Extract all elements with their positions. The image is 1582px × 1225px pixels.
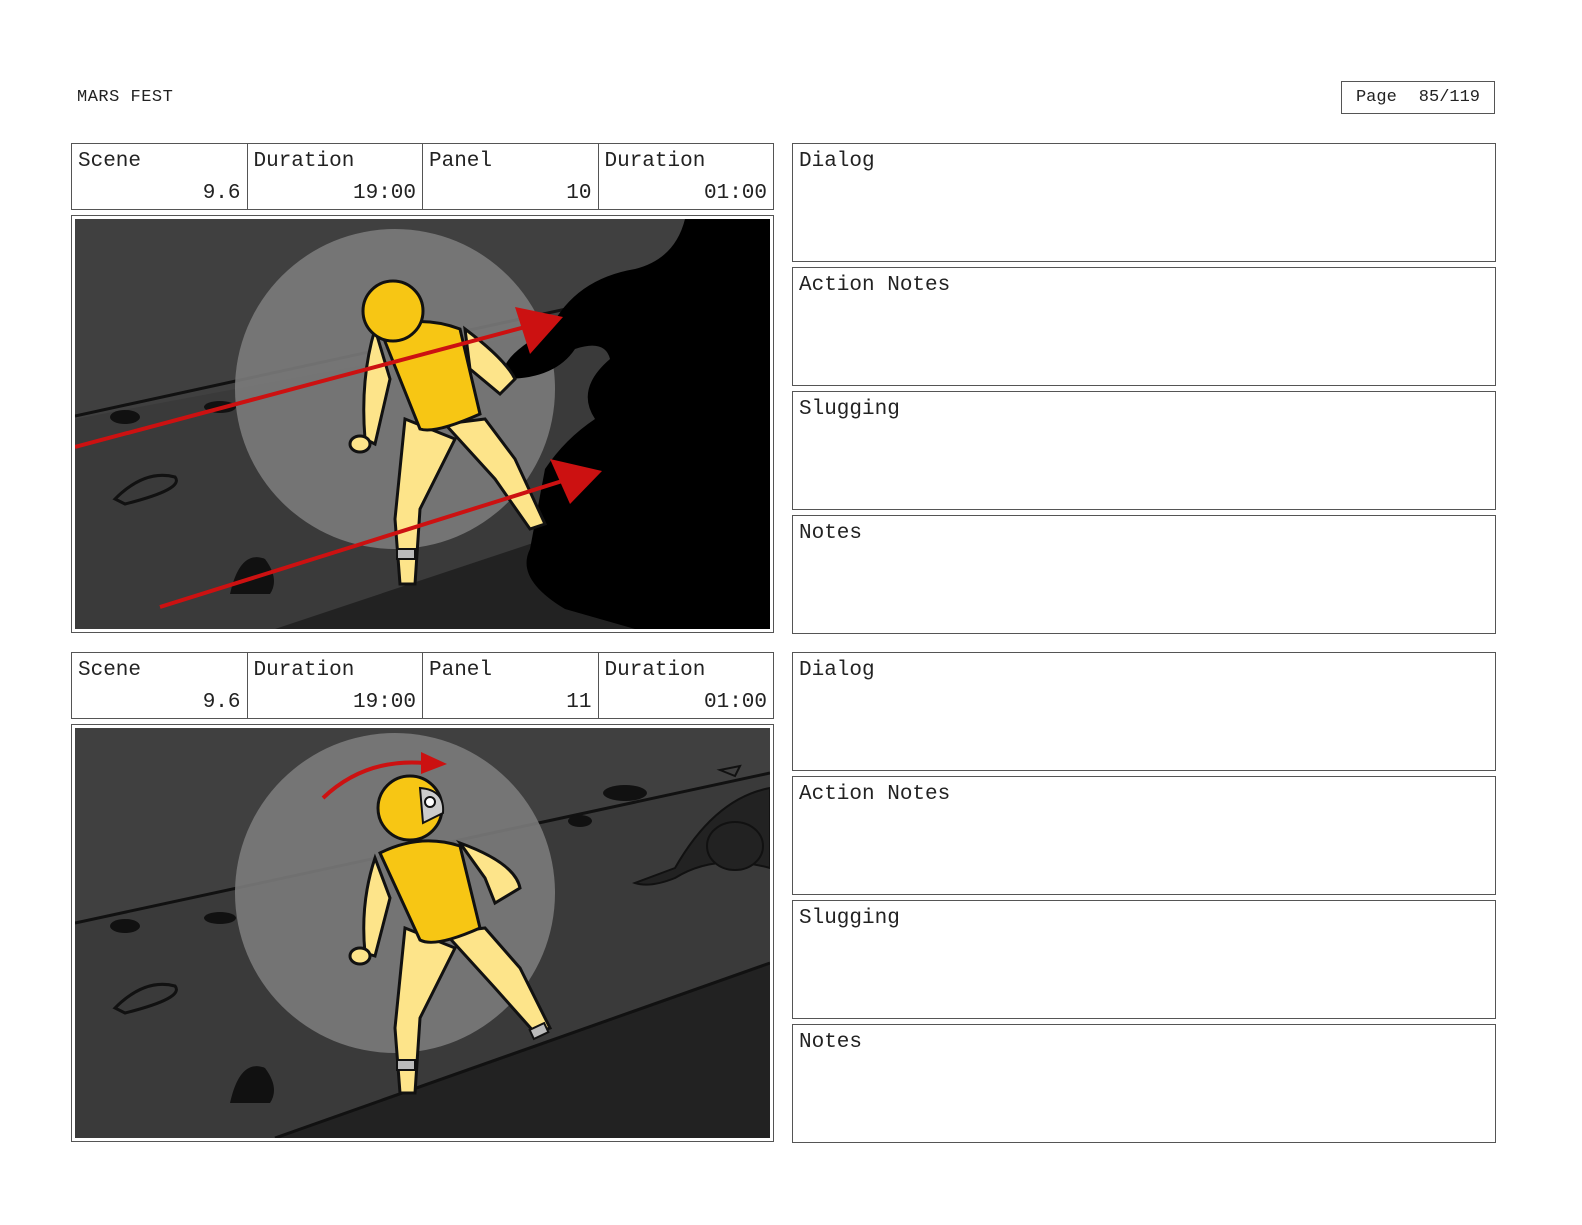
panel-cell: Panel 10 [422, 144, 598, 209]
action-notes-box[interactable]: Action Notes [792, 267, 1496, 386]
dialog-box[interactable]: Dialog [792, 652, 1496, 771]
dialog-label: Dialog [799, 659, 875, 682]
page-label: Page [1355, 88, 1397, 107]
panel-duration-value: 01:00 [703, 182, 767, 205]
duration-label: Duration [253, 659, 355, 682]
panel-label: Panel [429, 150, 493, 173]
panel-duration-cell: Duration 01:00 [597, 653, 774, 718]
notes-box[interactable]: Notes [792, 515, 1496, 634]
panel-duration-label: Duration [604, 659, 706, 682]
notes-label: Notes [799, 1031, 863, 1054]
page-number: 85/119 [1418, 88, 1481, 107]
rock [110, 919, 140, 933]
scene-cell: Scene 9.6 [72, 653, 247, 718]
action-notes-box[interactable]: Action Notes [792, 776, 1496, 895]
panel-label: Panel [429, 659, 493, 682]
panel-value: 11 [566, 691, 592, 714]
duration-value: 19:00 [352, 182, 416, 205]
notes-label: Notes [799, 522, 863, 545]
duration-value: 19:00 [352, 691, 416, 714]
action-notes-label: Action Notes [799, 274, 951, 297]
action-notes-label: Action Notes [799, 783, 951, 806]
dialog-label: Dialog [799, 150, 875, 173]
panel-duration-cell: Duration 01:00 [597, 144, 774, 209]
storyboard-frame [71, 215, 774, 633]
shadow-creature-head [706, 821, 764, 871]
duration-label: Duration [253, 150, 355, 173]
scene-duration-cell: Duration 19:00 [246, 653, 423, 718]
scene-duration-cell: Duration 19:00 [246, 144, 423, 209]
project-title: MARS FEST [77, 88, 174, 107]
storyboard-frame [71, 724, 774, 1142]
slugging-label: Slugging [799, 907, 900, 930]
rock [204, 912, 236, 924]
rock [568, 815, 592, 827]
notes-box[interactable]: Notes [792, 1024, 1496, 1143]
rock [110, 410, 140, 424]
storyboard-drawing [75, 728, 770, 1138]
panel-cell: Panel 11 [422, 653, 598, 718]
scene-value: 9.6 [202, 182, 241, 205]
panel-info-row: Scene 9.6 Duration 19:00 Panel 10 Durati… [71, 143, 774, 210]
scene-label: Scene [78, 659, 142, 682]
panel-value: 10 [566, 182, 592, 205]
scene-label: Scene [78, 150, 142, 173]
slugging-label: Slugging [799, 398, 900, 421]
scene-value: 9.6 [202, 691, 241, 714]
rock [603, 785, 647, 801]
panel-duration-value: 01:00 [703, 691, 767, 714]
scene-cell: Scene 9.6 [72, 144, 247, 209]
slugging-box[interactable]: Slugging [792, 391, 1496, 510]
dialog-box[interactable]: Dialog [792, 143, 1496, 262]
panel-info-row: Scene 9.6 Duration 19:00 Panel 11 Durati… [71, 652, 774, 719]
panel-duration-label: Duration [604, 150, 706, 173]
page-indicator: Page 85/119 [1341, 81, 1495, 114]
slugging-box[interactable]: Slugging [792, 900, 1496, 1019]
storyboard-drawing [75, 219, 770, 629]
